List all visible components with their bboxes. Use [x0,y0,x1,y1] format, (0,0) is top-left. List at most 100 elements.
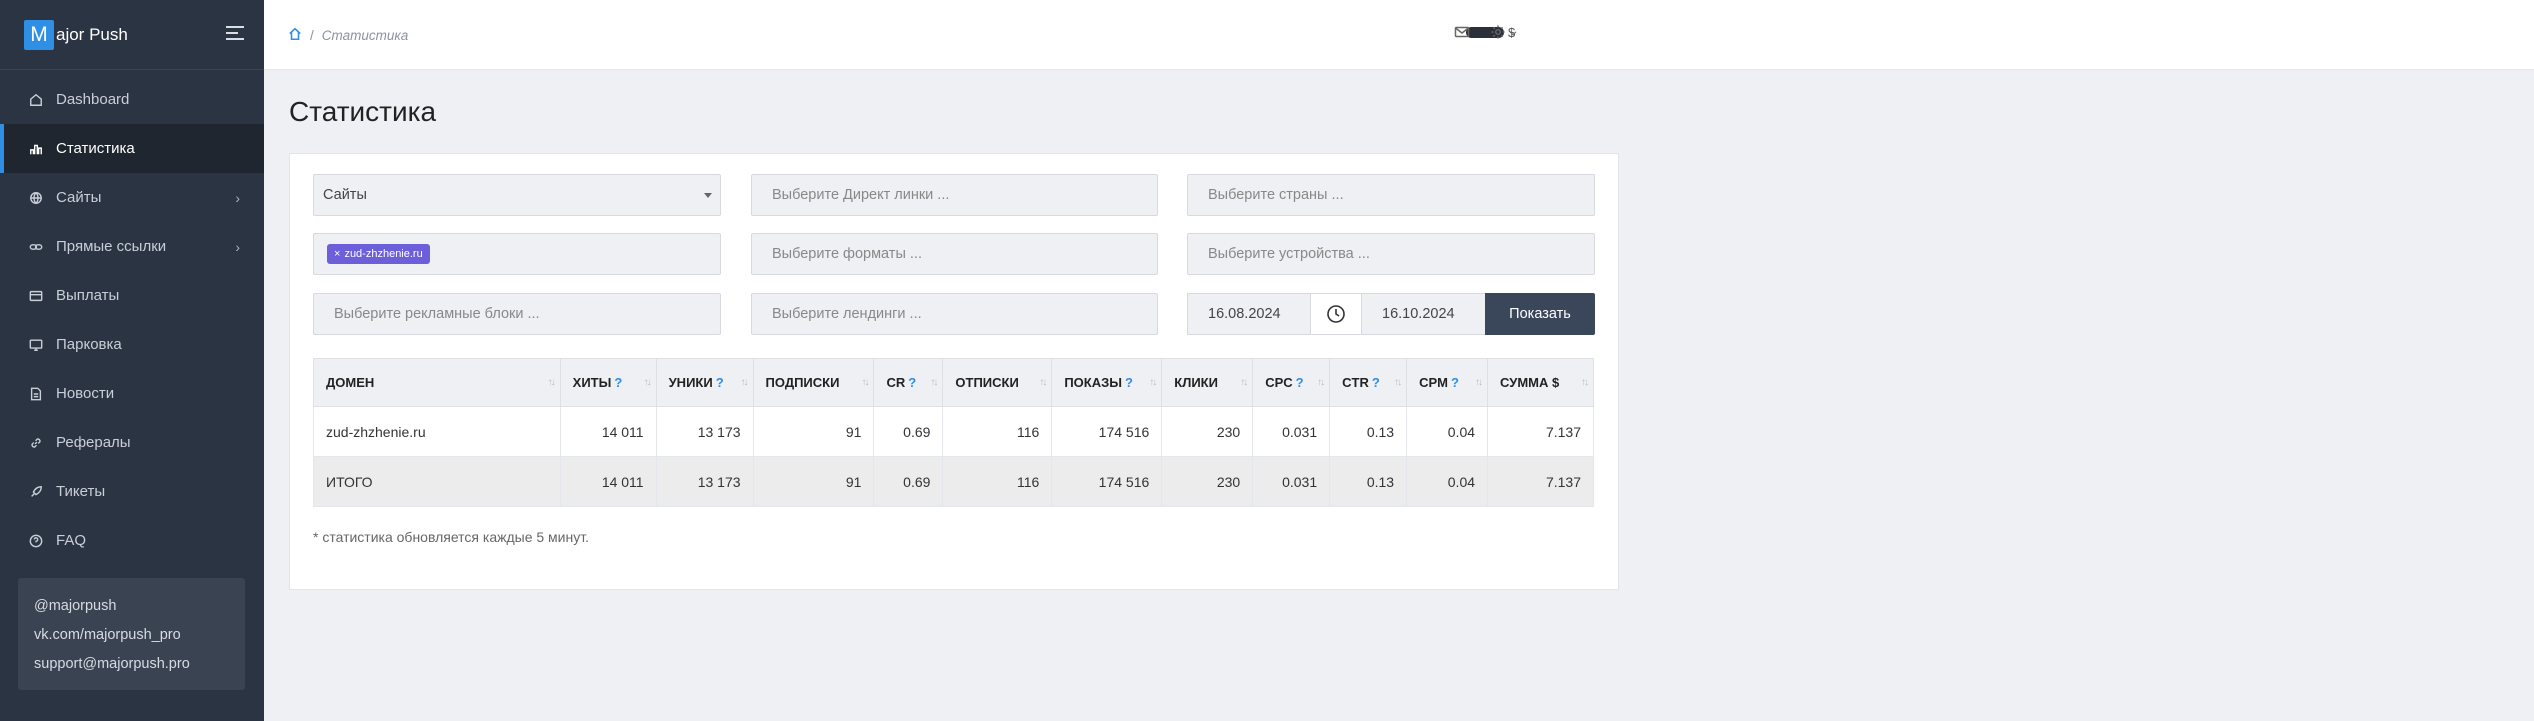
cell-sum: 7.137 [1487,456,1594,507]
page-title: Статистика [289,96,437,127]
ad-blocks-select[interactable]: Выберите рекламные блоки ... [313,293,721,335]
sidebar-item-tickets[interactable]: Тикеты [0,467,264,516]
chevron-down-icon[interactable] [1508,25,1518,43]
clock-icon[interactable] [1310,293,1362,335]
sort-icon[interactable]: ↑↓ [861,377,869,388]
cell-uniques: 13 173 [655,456,754,507]
sidebar-header: M ajor Push [0,0,264,70]
cell-cpm: 0.04 [1406,406,1489,457]
column-header-unsubscriptions[interactable]: ОТПИСКИ ↑↓ [942,358,1053,407]
sidebar-menu: Dashboard Статистика Сайты › Прямые ссыл… [0,75,264,565]
column-header-clicks[interactable]: КЛИКИ ↑↓ [1161,358,1254,407]
date-from-input[interactable]: 16.08.2024 [1187,293,1311,335]
sidebar-item-label: Рефералы [56,434,131,451]
sidebar-item-sites[interactable]: Сайты › [0,173,264,222]
mail-icon[interactable] [1454,24,1470,45]
sidebar-item-news[interactable]: Новости [0,369,264,418]
link-icon [28,239,44,255]
breadcrumb-current: Статистика [321,28,409,43]
sidebar-item-label: Сайты [56,189,102,206]
cell-ctr: 0.13 [1329,406,1408,457]
cell-cpc: 0.031 [1252,456,1331,507]
contacts-box: @majorpush vk.com/majorpush_pro support@… [18,578,245,690]
help-icon[interactable]: ? [614,375,622,390]
date-to-input[interactable]: 16.10.2024 [1361,293,1486,335]
sort-icon[interactable]: ↑↓ [1394,377,1402,388]
column-header-cpc[interactable]: CPC? ↑↓ [1252,358,1331,407]
cell-impressions: 174 516 [1051,456,1163,507]
help-icon[interactable]: ? [1372,375,1380,390]
tag-remove-icon[interactable]: × [334,248,340,260]
contact-telegram[interactable]: @majorpush [34,592,229,621]
contact-vk[interactable]: vk.com/majorpush_pro [34,621,229,650]
cell-cpm: 0.04 [1406,456,1489,507]
cell-uniques: 13 173 [655,406,754,457]
chain-icon [28,435,44,451]
column-header-cr[interactable]: CR? ↑↓ [873,358,944,407]
cell-unsubscriptions: 116 [942,456,1053,507]
bar-chart-icon [28,141,44,157]
sites-select[interactable]: Сайты [313,174,721,216]
logo[interactable]: M ajor Push [24,19,128,50]
show-button[interactable]: Показать [1485,293,1595,335]
column-header-cpm[interactable]: CPM? ↑↓ [1406,358,1489,407]
breadcrumb: / Статистика [288,27,408,44]
help-icon[interactable]: ? [1451,375,1459,390]
direct-links-select[interactable]: Выберите Директ линки ... [751,174,1158,216]
column-header-domain[interactable]: ДОМЕН ↑↓ [313,358,561,407]
column-header-uniques[interactable]: УНИКИ? ↑↓ [655,358,754,407]
home-icon[interactable] [288,27,302,44]
sidebar-item-referrals[interactable]: Рефералы [0,418,264,467]
help-icon[interactable]: ? [716,375,724,390]
sidebar-item-statistics[interactable]: Статистика [0,124,264,173]
sites-multiselect[interactable]: × zud-zhzhenie.ru [313,233,721,275]
sidebar-item-direct-links[interactable]: Прямые ссылки › [0,222,264,271]
column-header-hits[interactable]: ХИТЫ? ↑↓ [559,358,657,407]
sidebar-item-payouts[interactable]: Выплаты [0,271,264,320]
countries-select[interactable]: Выберите страны ... [1187,174,1595,216]
sort-icon[interactable]: ↑↓ [741,377,749,388]
sidebar-item-faq[interactable]: FAQ [0,516,264,565]
cell-unsubscriptions: 116 [942,406,1053,457]
logo-text: ajor Push [56,24,128,44]
help-icon[interactable]: ? [1296,375,1304,390]
column-header-impressions[interactable]: ПОКАЗЫ? ↑↓ [1051,358,1163,407]
sort-icon[interactable]: ↑↓ [1581,377,1589,388]
devices-select[interactable]: Выберите устройства ... [1187,233,1595,275]
settings-gear-icon[interactable] [1490,24,1506,45]
cell-clicks: 230 [1161,456,1254,507]
landings-select[interactable]: Выберите лендинги ... [751,293,1158,335]
cell-total-label: ИТОГО [313,456,561,507]
home-icon [28,92,44,108]
sidebar-item-label: Новости [56,385,115,402]
sidebar-item-parking[interactable]: Парковка [0,320,264,369]
cell-ctr: 0.13 [1329,456,1408,507]
globe-icon [28,190,44,206]
column-header-subscriptions[interactable]: ПОДПИСКИ ↑↓ [752,358,875,407]
sort-icon[interactable]: ↑↓ [1317,377,1325,388]
sort-icon[interactable]: ↑↓ [548,377,556,388]
formats-select[interactable]: Выберите форматы ... [751,233,1158,275]
cell-clicks: 230 [1161,406,1254,457]
sort-icon[interactable]: ↑↓ [1149,377,1157,388]
sort-icon[interactable]: ↑↓ [1240,377,1248,388]
sidebar-item-label: Выплаты [56,287,120,304]
sort-icon[interactable]: ↑↓ [1475,377,1483,388]
column-header-sum[interactable]: СУММА $ ↑↓ [1487,358,1594,407]
menu-toggle-icon[interactable] [226,26,244,42]
chevron-right-icon: › [235,189,240,206]
sort-icon[interactable]: ↑↓ [930,377,938,388]
table-header-row: ДОМЕН ↑↓ ХИТЫ? ↑↓ УНИКИ? ↑↓ ПОДПИСКИ ↑↓ CR? ↑… [313,358,1594,407]
cell-cpc: 0.031 [1252,406,1331,457]
contact-email[interactable]: support@majorpush.pro [34,650,229,679]
cell-impressions: 174 516 [1051,406,1163,457]
help-icon[interactable]: ? [908,375,916,390]
sidebar: M ajor Push Dashboard Статистика Сайты ›… [0,0,264,721]
sort-icon[interactable]: ↑↓ [644,377,652,388]
site-tag[interactable]: × zud-zhzhenie.ru [327,244,430,264]
column-header-ctr[interactable]: CTR? ↑↓ [1329,358,1408,407]
help-icon[interactable]: ? [1125,375,1133,390]
sort-icon[interactable]: ↑↓ [1039,377,1047,388]
sidebar-item-dashboard[interactable]: Dashboard [0,75,264,124]
chevron-right-icon: › [235,238,240,255]
